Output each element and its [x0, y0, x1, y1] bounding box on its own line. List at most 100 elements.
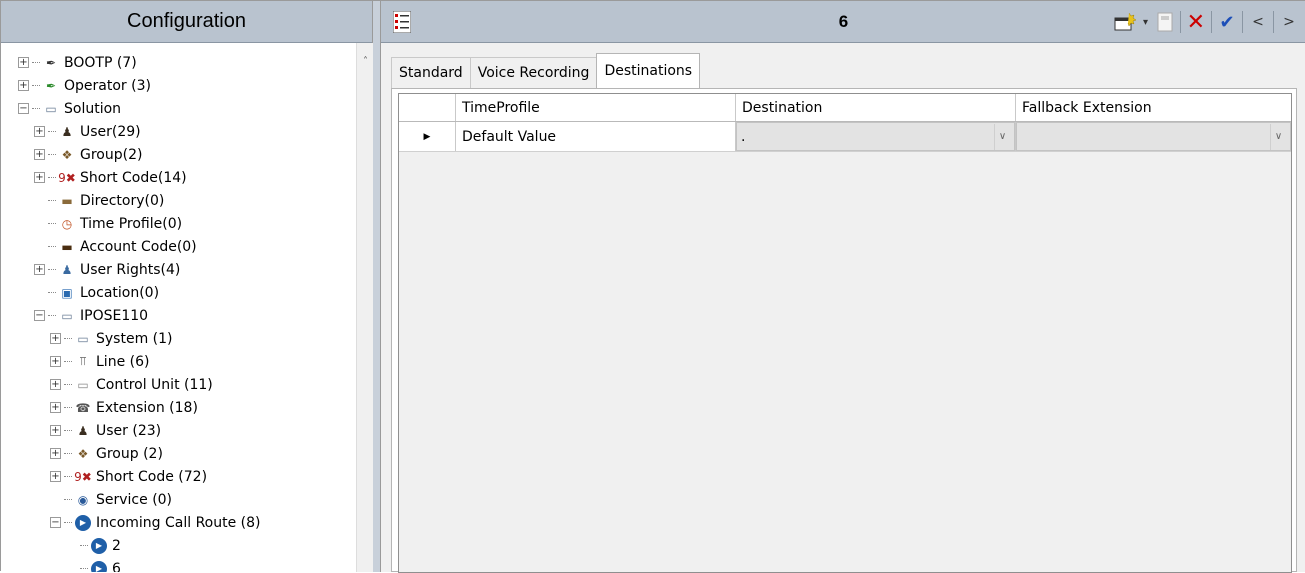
tree-item-label: Extension (18): [96, 399, 198, 416]
tree-connector: [32, 85, 40, 86]
tree-item-label: 6: [112, 560, 121, 573]
expand-icon[interactable]: +: [50, 471, 61, 482]
expand-icon[interactable]: +: [34, 149, 45, 160]
expand-icon[interactable]: +: [50, 402, 61, 413]
tree-item[interactable]: +9✖ Short Code(14): [34, 166, 187, 189]
account-code-icon: ▬: [61, 239, 73, 254]
column-header-destination[interactable]: Destination: [736, 94, 1016, 121]
next-icon[interactable]: >: [1280, 10, 1298, 34]
chevron-down-icon[interactable]: ▾: [1142, 10, 1150, 34]
tree-item[interactable]: ◷ Time Profile(0): [34, 212, 182, 235]
tab-label: Voice Recording: [477, 65, 590, 81]
expand-icon[interactable]: +: [34, 126, 45, 137]
column-header-fallback-extension[interactable]: Fallback Extension: [1016, 94, 1291, 121]
tree-item[interactable]: + ❖ Group (2): [50, 442, 163, 465]
expand-icon[interactable]: +: [18, 57, 29, 68]
delete-icon[interactable]: ✕: [1187, 10, 1205, 35]
expand-icon[interactable]: +: [50, 356, 61, 367]
tree-item[interactable]: + ▭ Control Unit (11): [50, 373, 213, 396]
tree-item[interactable]: + ♟ User (23): [50, 419, 161, 442]
tab-voice-recording[interactable]: Voice Recording: [469, 57, 598, 88]
configuration-pane: Configuration + ✒ BOOTP (7) + ✒ Operator (3) −…: [1, 1, 373, 572]
tree-item[interactable]: + ☎ Extension (18): [50, 396, 198, 419]
expand-icon[interactable]: +: [50, 448, 61, 459]
location-icon: ▣: [61, 285, 73, 300]
expand-icon[interactable]: +: [34, 172, 45, 183]
destination-cell[interactable]: . ∨: [736, 122, 1016, 151]
export-icon[interactable]: [1156, 10, 1174, 34]
tree-item[interactable]: − ▶ Incoming Call Route (8): [50, 511, 261, 534]
configuration-tree: + ✒ BOOTP (7) + ✒ Operator (3) − ▭ Solution + ♟ Use…: [1, 51, 356, 572]
chevron-down-icon[interactable]: ∨: [1270, 123, 1286, 150]
incoming-call-route-icon: ▶: [90, 560, 108, 572]
tree-item[interactable]: + ❖ Group(2): [34, 143, 142, 166]
tab-standard[interactable]: Standard: [391, 57, 471, 88]
tree-connector: [80, 545, 88, 546]
tree-item[interactable]: − ▭ Solution: [18, 97, 121, 120]
line-icon: ⫪: [79, 354, 87, 368]
tree-connector: [64, 453, 72, 454]
scroll-up-icon[interactable]: ˄: [357, 53, 374, 70]
tree-scrollbar[interactable]: ˄: [356, 43, 373, 572]
tree-item[interactable]: + ▭ System (1): [50, 327, 173, 350]
tree-item[interactable]: ▬ Account Code(0): [34, 235, 197, 258]
tree-item[interactable]: +9✖ Short Code (72): [50, 465, 207, 488]
details-header: 6 ▾ ✕ ✔ < >: [381, 1, 1305, 43]
tree-item-label: 2: [112, 537, 121, 554]
tree-item-label: Solution: [64, 100, 122, 117]
tree-item[interactable]: ◉ Service (0): [50, 488, 172, 511]
collapse-icon[interactable]: −: [18, 103, 29, 114]
collapse-icon[interactable]: −: [50, 517, 61, 528]
tree-connector: [64, 361, 72, 362]
destination-combo[interactable]: . ∨: [736, 122, 1015, 151]
fallback-extension-combo[interactable]: ∨: [1016, 122, 1291, 151]
grid-header: TimeProfile Destination Fallback Extensi…: [399, 94, 1291, 122]
directory-icon: ▬: [61, 193, 73, 208]
group-icon: ❖: [61, 147, 73, 162]
tree-connector: [64, 476, 72, 477]
user-rights-icon: ♟: [61, 262, 73, 277]
tree-item-label: Operator (3): [64, 77, 151, 94]
new-record-icon[interactable]: [1114, 10, 1136, 34]
tab-destinations[interactable]: Destinations: [596, 53, 701, 88]
previous-icon[interactable]: <: [1249, 10, 1267, 34]
tree-item-label: Service (0): [96, 491, 173, 508]
tree-connector: [48, 131, 56, 132]
tree-connector: [64, 499, 72, 500]
pane-splitter[interactable]: [373, 1, 381, 572]
control-unit-icon: ▭: [77, 377, 89, 392]
tree-item[interactable]: ▣ Location(0): [34, 281, 159, 304]
manager-window: Configuration + ✒ BOOTP (7) + ✒ Operator (3) −…: [0, 0, 1305, 573]
tree-item[interactable]: + ✒ Operator (3): [18, 74, 151, 97]
tree-item-label: User(29): [80, 123, 141, 140]
tree-item-label: User Rights(4): [80, 261, 181, 278]
expand-icon[interactable]: +: [50, 425, 61, 436]
tree-item[interactable]: ▬ Directory(0): [34, 189, 164, 212]
operator-icon: ✒: [45, 78, 57, 93]
expand-icon[interactable]: +: [34, 264, 45, 275]
table-row[interactable]: ▶ Default Value . ∨ ∨: [399, 122, 1291, 152]
fallback-extension-cell[interactable]: ∨: [1016, 122, 1291, 151]
validate-icon[interactable]: ✔: [1218, 10, 1236, 34]
tree-connector: [64, 407, 72, 408]
expand-icon[interactable]: +: [50, 333, 61, 344]
collapse-icon[interactable]: −: [34, 310, 45, 321]
expand-icon[interactable]: +: [50, 379, 61, 390]
tree-item[interactable]: − ▭ IPOSE110: [34, 304, 148, 327]
tree-item[interactable]: + ♟ User Rights(4): [34, 258, 180, 281]
tree-item[interactable]: ▶ 6: [66, 557, 121, 572]
timeprofile-cell[interactable]: Default Value: [456, 122, 736, 151]
row-header-column: [399, 94, 456, 121]
service-icon: ◉: [77, 492, 89, 507]
tree-item[interactable]: + ♟ User(29): [34, 120, 141, 143]
tree-item[interactable]: ▶ 2: [66, 534, 121, 557]
current-row-indicator-icon: ▶: [399, 122, 456, 151]
tree-connector: [64, 338, 72, 339]
details-pane: 6 ▾ ✕ ✔ < > Standard Voice Recording Des…: [381, 1, 1305, 573]
expand-icon[interactable]: +: [18, 80, 29, 91]
tree-connector: [48, 223, 56, 224]
chevron-down-icon[interactable]: ∨: [994, 123, 1010, 150]
tree-item[interactable]: + ⫪ Line (6): [50, 350, 149, 373]
tree-item[interactable]: + ✒ BOOTP (7): [18, 51, 137, 74]
column-header-timeprofile[interactable]: TimeProfile: [456, 94, 736, 121]
